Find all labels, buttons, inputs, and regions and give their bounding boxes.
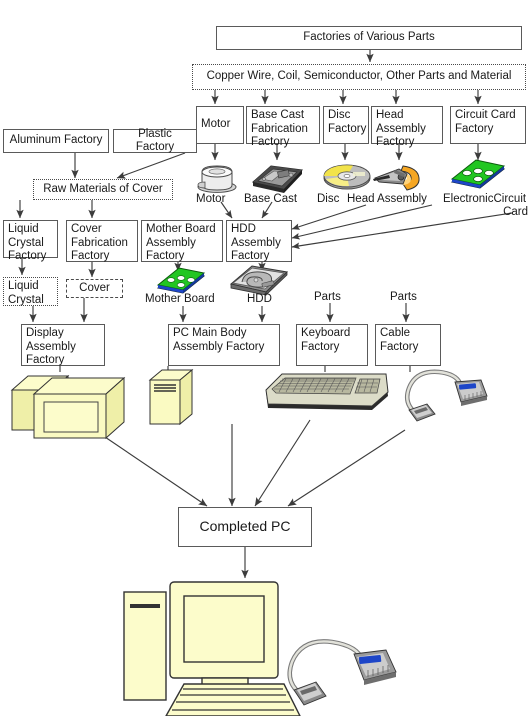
motor-factory-label: Motor [201,118,231,131]
part-disc-label: Disc [317,193,340,205]
cover-box[interactable]: Cover [66,279,123,298]
part-electronic-circuit-card-label-line2: Card [503,206,528,218]
cover-fabrication-factory-box[interactable]: Cover Fabrication Factory [66,220,138,262]
display-assembly-factory-box[interactable]: Display Assembly Factory [21,324,105,366]
circuit-card-factory-box[interactable]: Circuit Card Factory [450,106,526,144]
part-head-assembly-label: Head Assembly [347,193,427,205]
cable-factory-label: Cable Factory [380,327,419,353]
hdd-assembly-factory-box[interactable]: HDD Assembly Factory [226,220,292,262]
raw-parts-material-box[interactable]: Copper Wire, Coil, Semiconductor, Other … [192,64,526,90]
aluminum-factory-label: Aluminum Factory [9,134,103,147]
part-base-cast-label: Base Cast [244,193,298,205]
raw-parts-material-label: Copper Wire, Coil, Semiconductor, Other … [206,70,512,83]
raw-materials-of-cover-label: Raw Materials of Cover [43,182,163,195]
cover-fabrication-factory-label: Cover Fabrication Factory [71,223,128,262]
keyboard-factory-label: Keyboard Factory [301,327,351,353]
factories-of-various-parts-label: Factories of Various Parts [303,31,435,44]
part-motor-label: Motor [196,193,226,205]
cable-connector-illustration [395,364,491,426]
parts-cable-label: Parts [390,291,417,303]
completed-pc-illustration [118,580,418,716]
keyboard-illustration [264,370,392,414]
parts-keyboard-label: Parts [314,291,341,303]
disc-icon [323,161,371,192]
head-assembly-icon [373,160,425,194]
crt-monitor-illustration [6,368,134,442]
liquid-crystal-factory-label: Liquid Crystal Factory [8,223,47,262]
liquid-crystal-label: Liquid Crystal [8,280,44,306]
cable-factory-box[interactable]: Cable Factory [375,324,441,366]
circuit-card-icon [448,158,508,194]
part-electronic-circuit-card-label-line1: ElectronicCircuit [443,193,527,205]
head-assembly-factory-label: Head Assembly Factory [376,109,426,148]
hdd-assembly-factory-label: HDD Assembly Factory [231,223,281,262]
pc-tower-illustration [148,368,200,428]
factories-of-various-parts-box[interactable]: Factories of Various Parts [216,26,522,50]
raw-materials-of-cover-box[interactable]: Raw Materials of Cover [33,179,173,200]
base-cast-fabrication-factory-label: Base Cast Fabrication Factory [251,109,308,148]
pc-main-body-assembly-factory-label: PC Main Body Assembly Factory [173,327,265,353]
base-cast-fabrication-factory-box[interactable]: Base Cast Fabrication Factory [246,106,320,148]
mother-board-assembly-factory-box[interactable]: Mother Board Assembly Factory [141,220,223,262]
pc-main-body-assembly-factory-box[interactable]: PC Main Body Assembly Factory [168,324,280,366]
display-assembly-factory-label: Display Assembly Factory [26,327,76,366]
head-assembly-factory-box[interactable]: Head Assembly Factory [371,106,443,148]
motor-factory-box[interactable]: Motor [196,106,244,144]
diagram-canvas: Factories of Various Parts Copper Wire, … [0,0,530,716]
mother-board-assembly-factory-label: Mother Board Assembly Factory [146,223,216,262]
liquid-crystal-box[interactable]: Liquid Crystal [3,277,58,306]
cover-label: Cover [79,281,110,294]
keyboard-factory-box[interactable]: Keyboard Factory [296,324,368,366]
hdd-part-label: HDD [247,293,272,305]
disc-factory-label: Disc Factory [328,109,367,135]
completed-pc-label: Completed PC [199,518,291,535]
mother-board-part-label: Mother Board [145,293,215,305]
disc-factory-box[interactable]: Disc Factory [323,106,369,144]
base-cast-icon [249,160,306,194]
plastic-factory-box[interactable]: Plastic Factory [113,127,197,154]
aluminum-factory-box[interactable]: Aluminum Factory [3,129,109,153]
plastic-factory-label: Plastic Factory [135,127,175,154]
liquid-crystal-factory-box[interactable]: Liquid Crystal Factory [3,220,58,262]
circuit-card-factory-label: Circuit Card Factory [455,109,516,135]
completed-pc-box[interactable]: Completed PC [178,507,312,547]
motor-icon [196,160,238,194]
